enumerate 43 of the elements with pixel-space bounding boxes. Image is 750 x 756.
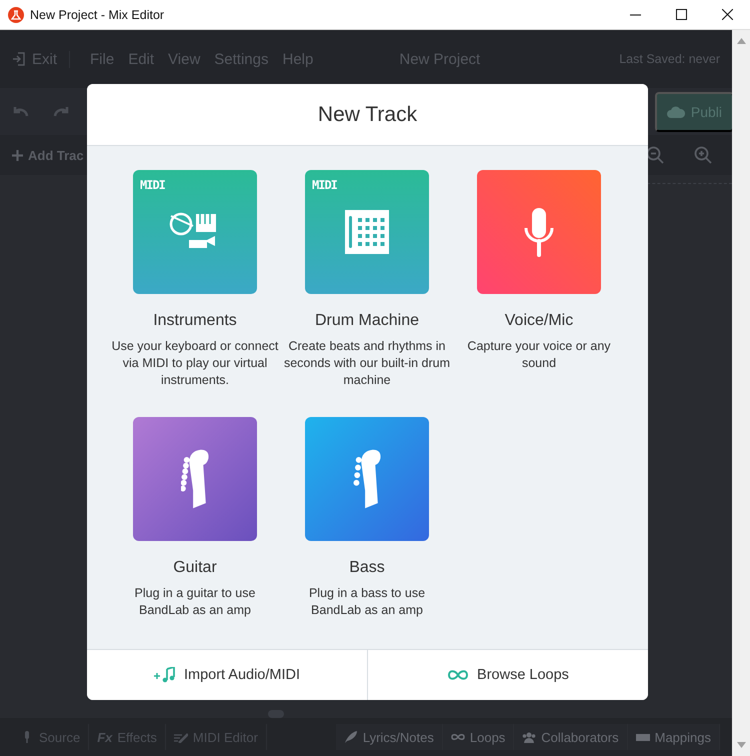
resize-handle[interactable] [268, 710, 284, 718]
track-type-tile[interactable]: MIDI [305, 170, 429, 294]
track-type-name: Bass [349, 559, 385, 577]
track-type-name: Voice/Mic [504, 312, 574, 330]
feather-icon [344, 731, 358, 743]
midi-label: MIDI [140, 178, 165, 192]
scrollbar[interactable] [732, 30, 750, 756]
exit-icon [12, 52, 26, 66]
track-type-description: Use your keyboard or connect via MIDI to play our virtual instruments. [111, 338, 279, 389]
bottom-tab[interactable]: Mappings [628, 724, 720, 750]
cloud-upload-icon [666, 104, 685, 118]
track-type-description: Plug in a guitar to use BandLab as an amp [134, 585, 256, 619]
bottom-tab[interactable]: Loops [442, 724, 514, 750]
scroll-up-icon[interactable] [736, 38, 746, 44]
bass-headstock-icon [353, 449, 381, 509]
bottom-tab[interactable]: Lyrics/Notes [336, 724, 443, 750]
footer-button[interactable]: Import Audio/MIDI [87, 650, 367, 700]
close-icon[interactable] [722, 9, 732, 20]
app-logo-icon [8, 6, 24, 22]
dialog-title: New Track [87, 84, 648, 146]
people-icon [522, 731, 536, 743]
music-note-plus-icon [154, 667, 176, 683]
bottom-tab[interactable]: Collaborators [514, 724, 628, 750]
window-title: New Project - Mix Editor [30, 8, 166, 22]
footer-button[interactable]: Browse Loops [367, 650, 648, 700]
track-type-name: Drum Machine [314, 312, 420, 330]
track-type-tile[interactable] [305, 417, 429, 541]
guitar-headstock-icon [181, 449, 209, 509]
track-type-name: Instruments [153, 312, 237, 330]
track-type-description: Plug in a bass to use BandLab as an amp [308, 585, 426, 619]
scroll-down-icon[interactable] [736, 742, 746, 748]
track-type-name: Guitar [173, 559, 217, 577]
infinity-icon [450, 731, 465, 743]
track-type-description: Capture your voice or any sound [466, 338, 612, 372]
add-track-button[interactable]: Add Trac [12, 148, 84, 162]
track-type-tile[interactable] [133, 417, 257, 541]
pencil-icon [174, 731, 188, 743]
track-type-tile[interactable] [477, 170, 601, 294]
track-type-tile[interactable]: MIDI [133, 170, 257, 294]
track-type-description: Create beats and rhythms in seconds with our built-in drum machine [283, 338, 451, 389]
plus-icon [12, 150, 23, 160]
maximize-icon[interactable] [676, 9, 686, 20]
midi-label: MIDI [312, 178, 337, 192]
